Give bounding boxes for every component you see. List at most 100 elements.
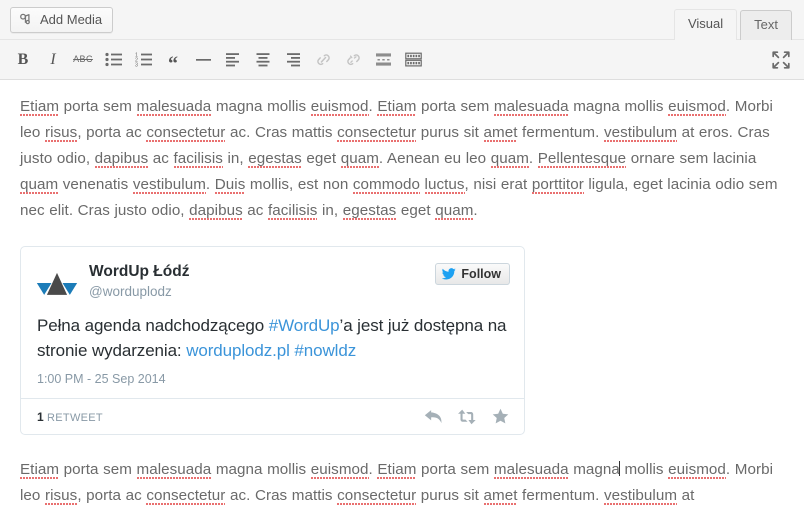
misspelled-word: quam	[20, 176, 59, 195]
misspelled-word: egestas	[248, 150, 302, 169]
misspelled-word: consectetur	[337, 124, 417, 143]
add-media-button[interactable]: Add Media	[10, 6, 114, 33]
bold-button[interactable]: B	[8, 46, 38, 74]
wordup-lodz-logo-avatar	[35, 261, 89, 305]
misspelled-word: risus	[45, 487, 78, 506]
text-run: . Aenean eu leo	[378, 150, 491, 167]
align-center-button[interactable]	[248, 46, 278, 74]
blockquote-icon: “	[168, 52, 178, 75]
editor-content-area[interactable]: Etiam porta sem malesuada magna mollis e…	[0, 80, 804, 508]
format-toolbar: B I ABC 1 2 3 “	[0, 40, 804, 80]
media-icon	[19, 12, 34, 27]
tab-text[interactable]: Text	[740, 10, 792, 41]
tweet-timestamp[interactable]: 1:00 PM - 25 Sep 2014	[21, 363, 524, 398]
text-run: ac	[148, 150, 174, 167]
text-run: mollis	[619, 461, 669, 478]
align-right-icon	[285, 52, 302, 67]
misspelled-word: malesuada	[136, 98, 212, 117]
misspelled-word: euismod	[668, 461, 726, 480]
toolbar-toggle-button[interactable]	[398, 46, 428, 74]
align-left-icon	[225, 52, 242, 67]
embedded-tweet-card[interactable]: WordUp Łódź @worduplodz Follow Pełna age…	[20, 246, 525, 435]
tweet-retweet-stat[interactable]: 1 RETWEET	[37, 410, 103, 424]
blockquote-button[interactable]: “	[158, 46, 188, 74]
wordpress-visual-editor: Add Media Visual Text B I ABC 1 2 3 “ Et…	[0, 0, 804, 508]
text-run: in,	[222, 150, 249, 167]
text-run: .	[528, 150, 538, 167]
reply-icon[interactable]	[424, 409, 443, 425]
distraction-free-button[interactable]	[766, 46, 796, 74]
bold-icon: B	[17, 50, 29, 68]
misspelled-word: Etiam	[20, 98, 60, 117]
misspelled-word: quam	[435, 202, 474, 221]
text-run: porta sem	[59, 461, 137, 478]
text-run: ac. Cras mattis	[225, 487, 338, 504]
toolbar-toggle-icon	[404, 52, 422, 67]
retweet-icon[interactable]	[457, 409, 477, 425]
paragraph-2[interactable]: Etiam porta sem malesuada magna mollis e…	[20, 457, 780, 508]
text-run: eget	[301, 150, 341, 167]
paragraph-1[interactable]: Etiam porta sem malesuada magna mollis e…	[20, 94, 780, 224]
text-run: eget	[396, 202, 436, 219]
text-run: .	[473, 202, 478, 219]
tweet-follow-button[interactable]: Follow	[435, 263, 510, 285]
misspelled-word: malesuada	[493, 461, 569, 480]
horizontal-rule-icon	[195, 52, 212, 67]
text-run: fermentum.	[517, 124, 604, 141]
bullet-list-icon	[104, 52, 122, 67]
insert-more-tag-button[interactable]	[368, 46, 398, 74]
align-left-button[interactable]	[218, 46, 248, 74]
text-run	[420, 176, 425, 193]
misspelled-word: dapibus	[94, 150, 149, 169]
bullet-list-button[interactable]	[98, 46, 128, 74]
tweet-link[interactable]: #WordUp	[269, 316, 340, 335]
text-run: in,	[317, 202, 343, 219]
tweet-text: Pełna agenda nadchodzącego #WordUp’a jes…	[21, 309, 524, 363]
italic-icon: I	[50, 50, 56, 68]
misspelled-word: amet	[483, 487, 518, 506]
numbered-list-button[interactable]: 1 2 3	[128, 46, 158, 74]
misspelled-word: egestas	[342, 202, 397, 221]
text-run: purus sit	[416, 487, 484, 504]
tweet-author-handle[interactable]: @worduplodz	[89, 282, 435, 301]
text-run: porta sem	[416, 98, 494, 115]
text-run: ac. Cras mattis	[225, 124, 338, 141]
italic-button[interactable]: I	[38, 46, 68, 74]
align-right-button[interactable]	[278, 46, 308, 74]
text-run: porta sem	[416, 461, 494, 478]
align-center-icon	[255, 52, 272, 67]
tweet-author-name[interactable]: WordUp Łódź	[89, 262, 435, 281]
misspelled-word: quam	[490, 150, 529, 169]
insert-link-button[interactable]	[308, 46, 338, 74]
tweet-link[interactable]: #nowldz	[294, 341, 356, 360]
misspelled-word: amet	[483, 124, 518, 143]
misspelled-word: facilisis	[268, 202, 318, 221]
remove-link-button[interactable]	[338, 46, 368, 74]
misspelled-word: euismod	[668, 98, 726, 117]
misspelled-word: luctus	[424, 176, 465, 195]
twitter-bird-icon	[442, 268, 457, 280]
strikethrough-button[interactable]: ABC	[68, 46, 98, 74]
tweet-follow-label: Follow	[461, 267, 501, 281]
svg-text:3: 3	[135, 62, 138, 67]
misspelled-word: risus	[45, 124, 78, 143]
misspelled-word: malesuada	[136, 461, 212, 480]
editor-mode-tabs: Visual Text	[673, 0, 792, 41]
misspelled-word: vestibulum	[603, 124, 678, 143]
link-icon	[315, 52, 332, 67]
misspelled-word: porttitor	[531, 176, 584, 195]
add-media-label: Add Media	[40, 12, 103, 27]
tab-visual[interactable]: Visual	[673, 9, 738, 41]
tweet-link[interactable]: worduplodz.pl	[186, 341, 290, 360]
misspelled-word: Pellentesque	[537, 150, 627, 169]
text-run: , porta ac	[77, 487, 147, 504]
strikethrough-icon: ABC	[73, 54, 93, 64]
insert-more-tag-icon	[375, 52, 392, 67]
text-run: .	[205, 176, 215, 193]
horizontal-rule-button[interactable]	[188, 46, 218, 74]
misspelled-word: consectetur	[146, 124, 226, 143]
text-run: fermentum.	[517, 487, 604, 504]
misspelled-word: Duis	[214, 176, 246, 195]
favorite-icon[interactable]	[491, 408, 510, 425]
text-run: , porta ac	[77, 124, 147, 141]
